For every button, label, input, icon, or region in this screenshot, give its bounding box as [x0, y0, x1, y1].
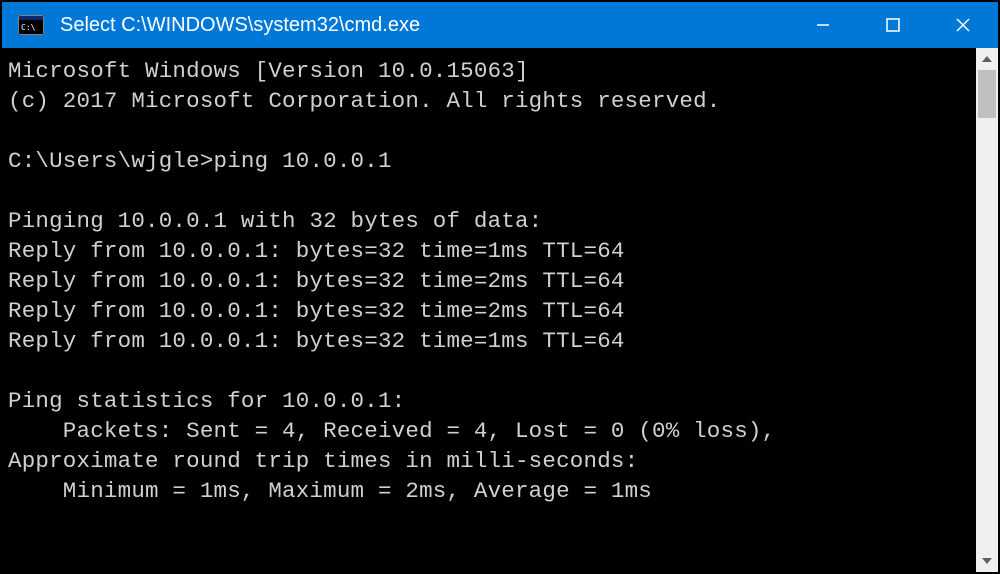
titlebar[interactable]: C:\ Select C:\WINDOWS\system32\cmd.exe	[2, 2, 998, 48]
svg-text:C:\: C:\	[21, 23, 36, 32]
vertical-scrollbar[interactable]	[976, 48, 998, 572]
maximize-button[interactable]	[858, 2, 928, 48]
cmd-icon: C:\	[16, 13, 46, 37]
cmd-window: C:\ Select C:\WINDOWS\system32\cmd.exe M…	[2, 2, 998, 572]
minimize-button[interactable]	[788, 2, 858, 48]
console-area: Microsoft Windows [Version 10.0.15063] (…	[2, 48, 998, 572]
close-button[interactable]	[928, 2, 998, 48]
window-title: Select C:\WINDOWS\system32\cmd.exe	[60, 14, 788, 37]
console-output[interactable]: Microsoft Windows [Version 10.0.15063] (…	[2, 48, 976, 572]
scroll-up-arrow[interactable]	[976, 48, 998, 70]
scrollbar-track[interactable]	[976, 70, 998, 550]
window-controls	[788, 2, 998, 48]
scrollbar-thumb[interactable]	[978, 70, 996, 118]
scroll-down-arrow[interactable]	[976, 550, 998, 572]
